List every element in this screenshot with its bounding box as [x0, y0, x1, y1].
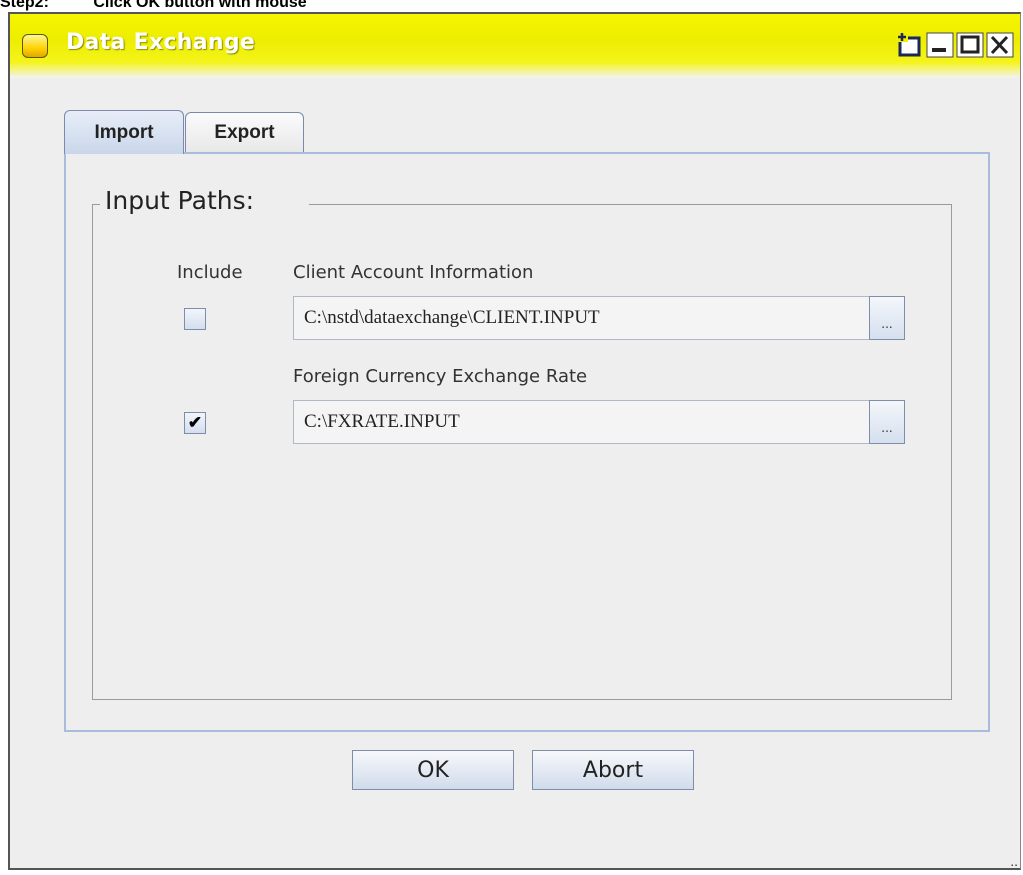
- page: Step2: Click OK button with mouse Data E…: [0, 0, 1023, 875]
- minimize-icon[interactable]: [926, 32, 954, 58]
- input-paths-group: Input Paths: Include Client Account Info…: [92, 186, 952, 700]
- data-exchange-window: Data Exchange Import Export Input Paths:…: [8, 12, 1021, 870]
- step-number: Step2:: [0, 0, 49, 11]
- client-account-label: Client Account Information: [293, 262, 534, 283]
- fx-rate-label: Foreign Currency Exchange Rate: [293, 366, 588, 387]
- step-instruction: Click OK button with mouse: [93, 0, 307, 11]
- client-account-path-input[interactable]: [293, 296, 905, 340]
- group-border: [309, 204, 952, 205]
- step-caption: Step2: Click OK button with mouse: [0, 0, 307, 12]
- group-title: Input Paths:: [103, 186, 257, 215]
- window-controls: [896, 32, 1014, 58]
- client-account-browse-button[interactable]: ...: [869, 296, 905, 340]
- maximize-icon[interactable]: [956, 32, 984, 58]
- app-icon: [22, 34, 48, 58]
- title-bar[interactable]: Data Exchange: [10, 14, 1020, 78]
- fx-rate-browse-button[interactable]: ...: [869, 400, 905, 444]
- group-border: [92, 204, 100, 205]
- include-fx-rate-checkbox[interactable]: ✔: [184, 412, 206, 434]
- fx-rate-path-input[interactable]: [293, 400, 905, 444]
- include-client-account-checkbox[interactable]: [184, 308, 206, 330]
- ok-button[interactable]: OK: [352, 750, 514, 790]
- tab-export[interactable]: Export: [185, 112, 304, 152]
- include-column-header: Include: [177, 262, 243, 283]
- pin-icon[interactable]: [896, 32, 924, 58]
- close-icon[interactable]: [986, 32, 1014, 58]
- import-tab-panel: Input Paths: Include Client Account Info…: [64, 152, 990, 732]
- abort-button[interactable]: Abort: [532, 750, 694, 790]
- window-title: Data Exchange: [66, 30, 256, 55]
- tab-import[interactable]: Import: [64, 110, 184, 154]
- resize-grip-icon[interactable]: ..: [1010, 854, 1018, 868]
